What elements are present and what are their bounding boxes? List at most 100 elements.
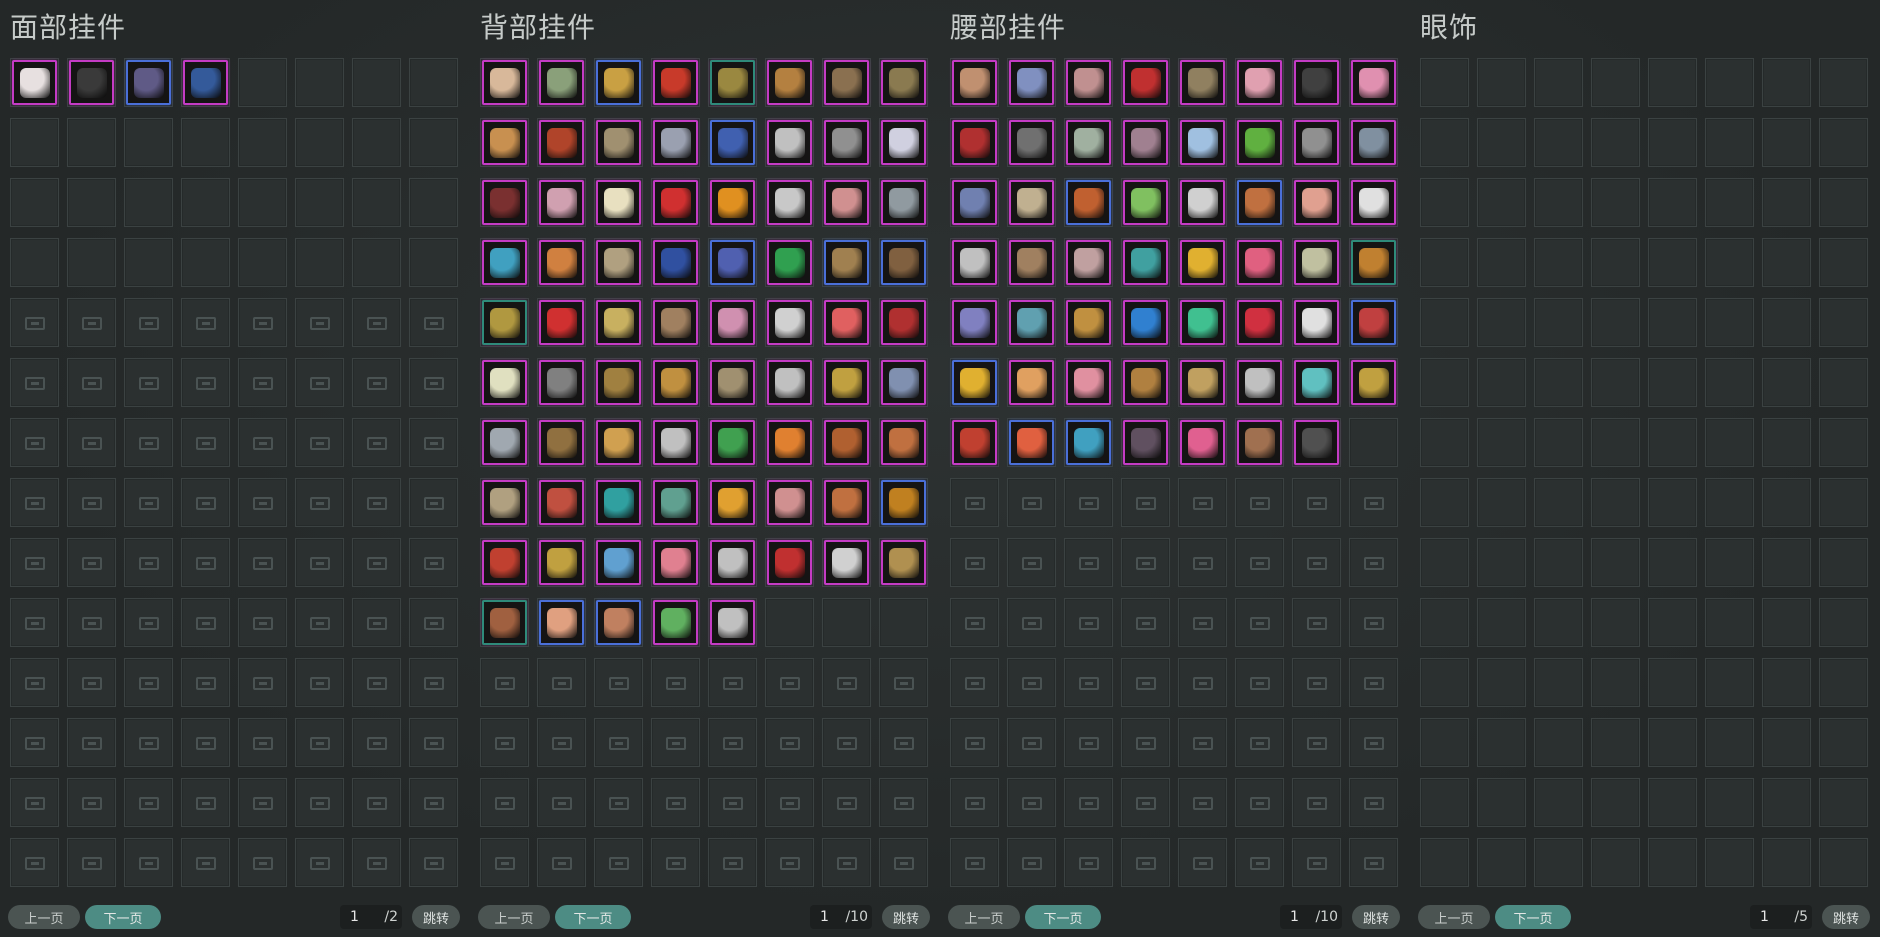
blossom-icon[interactable] [710,300,755,345]
wind-chime-icon[interactable] [824,180,869,225]
blue-bird-mask-icon[interactable] [183,60,228,105]
empty-slot[interactable] [238,178,287,227]
short-sword-icon[interactable] [1009,120,1054,165]
empty-slot[interactable] [1420,118,1469,167]
lamp-icon[interactable] [596,240,641,285]
item-slot[interactable] [765,538,814,587]
item-slot[interactable] [822,58,871,107]
red-knot-icon[interactable] [1123,60,1168,105]
crane-icon[interactable] [881,120,926,165]
green-spoon-icon[interactable] [1123,180,1168,225]
lantern-icon[interactable] [482,120,527,165]
item-slot[interactable] [480,598,529,647]
empty-slot[interactable] [1648,238,1697,287]
item-slot[interactable] [651,178,700,227]
item-slot[interactable] [1121,358,1170,407]
mask-icon[interactable] [12,60,57,105]
empty-slot[interactable] [1648,58,1697,107]
item-slot[interactable] [537,178,586,227]
empty-slot[interactable] [1591,658,1640,707]
item-slot[interactable] [822,298,871,347]
empty-slot[interactable] [1591,418,1640,467]
item-slot[interactable] [480,478,529,527]
silver-hook-icon[interactable] [1237,360,1282,405]
item-slot[interactable] [480,418,529,467]
item-slot[interactable] [1235,298,1284,347]
blue-blade-icon[interactable] [881,360,926,405]
item-slot[interactable] [879,478,928,527]
sapphire-icon[interactable] [1123,300,1168,345]
dark-charm-icon[interactable] [1294,60,1339,105]
item-slot[interactable] [1064,358,1113,407]
item-slot[interactable] [1007,358,1056,407]
empty-slot[interactable] [1420,598,1469,647]
empty-slot[interactable] [1420,838,1469,887]
item-slot[interactable] [1007,58,1056,107]
item-slot[interactable] [1178,298,1227,347]
empty-slot[interactable] [1705,538,1754,587]
item-slot[interactable] [1064,298,1113,347]
empty-slot[interactable] [1420,178,1469,227]
jade-bracelet-icon[interactable] [1351,240,1396,285]
empty-slot[interactable] [1534,778,1583,827]
jump-button[interactable]: 跳转 [1822,905,1870,929]
serpent-icon[interactable] [653,480,698,525]
item-slot[interactable] [708,478,757,527]
item-slot[interactable] [1064,118,1113,167]
item-slot[interactable] [1349,118,1398,167]
crossbow-icon[interactable] [881,60,926,105]
next-page-button[interactable]: 下一页 [85,905,161,929]
item-slot[interactable] [537,58,586,107]
golden-key-icon[interactable] [1351,360,1396,405]
item-slot[interactable] [10,58,59,107]
empty-slot[interactable] [1477,658,1526,707]
empty-slot[interactable] [1648,358,1697,407]
spirit-icon[interactable] [1009,300,1054,345]
item-slot[interactable] [651,538,700,587]
empty-slot[interactable] [1591,358,1640,407]
empty-slot[interactable] [352,178,401,227]
flower-branch-icon[interactable] [539,180,584,225]
item-slot[interactable] [950,358,999,407]
peach-icon[interactable] [824,300,869,345]
spear-icon[interactable] [596,120,641,165]
brush-icon[interactable] [1009,240,1054,285]
empty-slot[interactable] [1819,718,1868,767]
item-slot[interactable] [879,238,928,287]
barrel-icon[interactable] [881,240,926,285]
page-number-input[interactable]: 1/5 [1750,905,1812,929]
cherry-branch-icon[interactable] [1351,60,1396,105]
bead-string-icon[interactable] [482,180,527,225]
bronze-vase-icon[interactable] [881,420,926,465]
item-slot[interactable] [124,58,173,107]
empty-slot[interactable] [1762,598,1811,647]
item-slot[interactable] [879,418,928,467]
red-jade-icon[interactable] [1351,300,1396,345]
item-slot[interactable] [1349,358,1398,407]
bamboo-icon[interactable] [881,540,926,585]
dark-shrine-icon[interactable] [1123,420,1168,465]
empty-slot[interactable] [10,178,59,227]
empty-slot[interactable] [67,238,116,287]
item-slot[interactable] [950,418,999,467]
empty-slot[interactable] [1705,478,1754,527]
empty-slot[interactable] [238,58,287,107]
empty-slot[interactable] [181,118,230,167]
item-slot[interactable] [1235,178,1284,227]
item-slot[interactable] [1349,238,1398,287]
flower-basket-icon[interactable] [653,540,698,585]
scroll-icon[interactable] [952,420,997,465]
empty-slot[interactable] [1648,418,1697,467]
gift-box-icon[interactable] [767,540,812,585]
doll-icon[interactable] [482,60,527,105]
empty-slot[interactable] [1349,418,1398,467]
item-slot[interactable] [594,598,643,647]
snake-ring-icon[interactable] [539,60,584,105]
armor-icon[interactable] [1351,120,1396,165]
empty-slot[interactable] [1819,658,1868,707]
stone-icon[interactable] [1123,120,1168,165]
jade-cabinet-icon[interactable] [767,240,812,285]
empty-slot[interactable] [1819,178,1868,227]
item-slot[interactable] [708,418,757,467]
branch-icon[interactable] [824,60,869,105]
